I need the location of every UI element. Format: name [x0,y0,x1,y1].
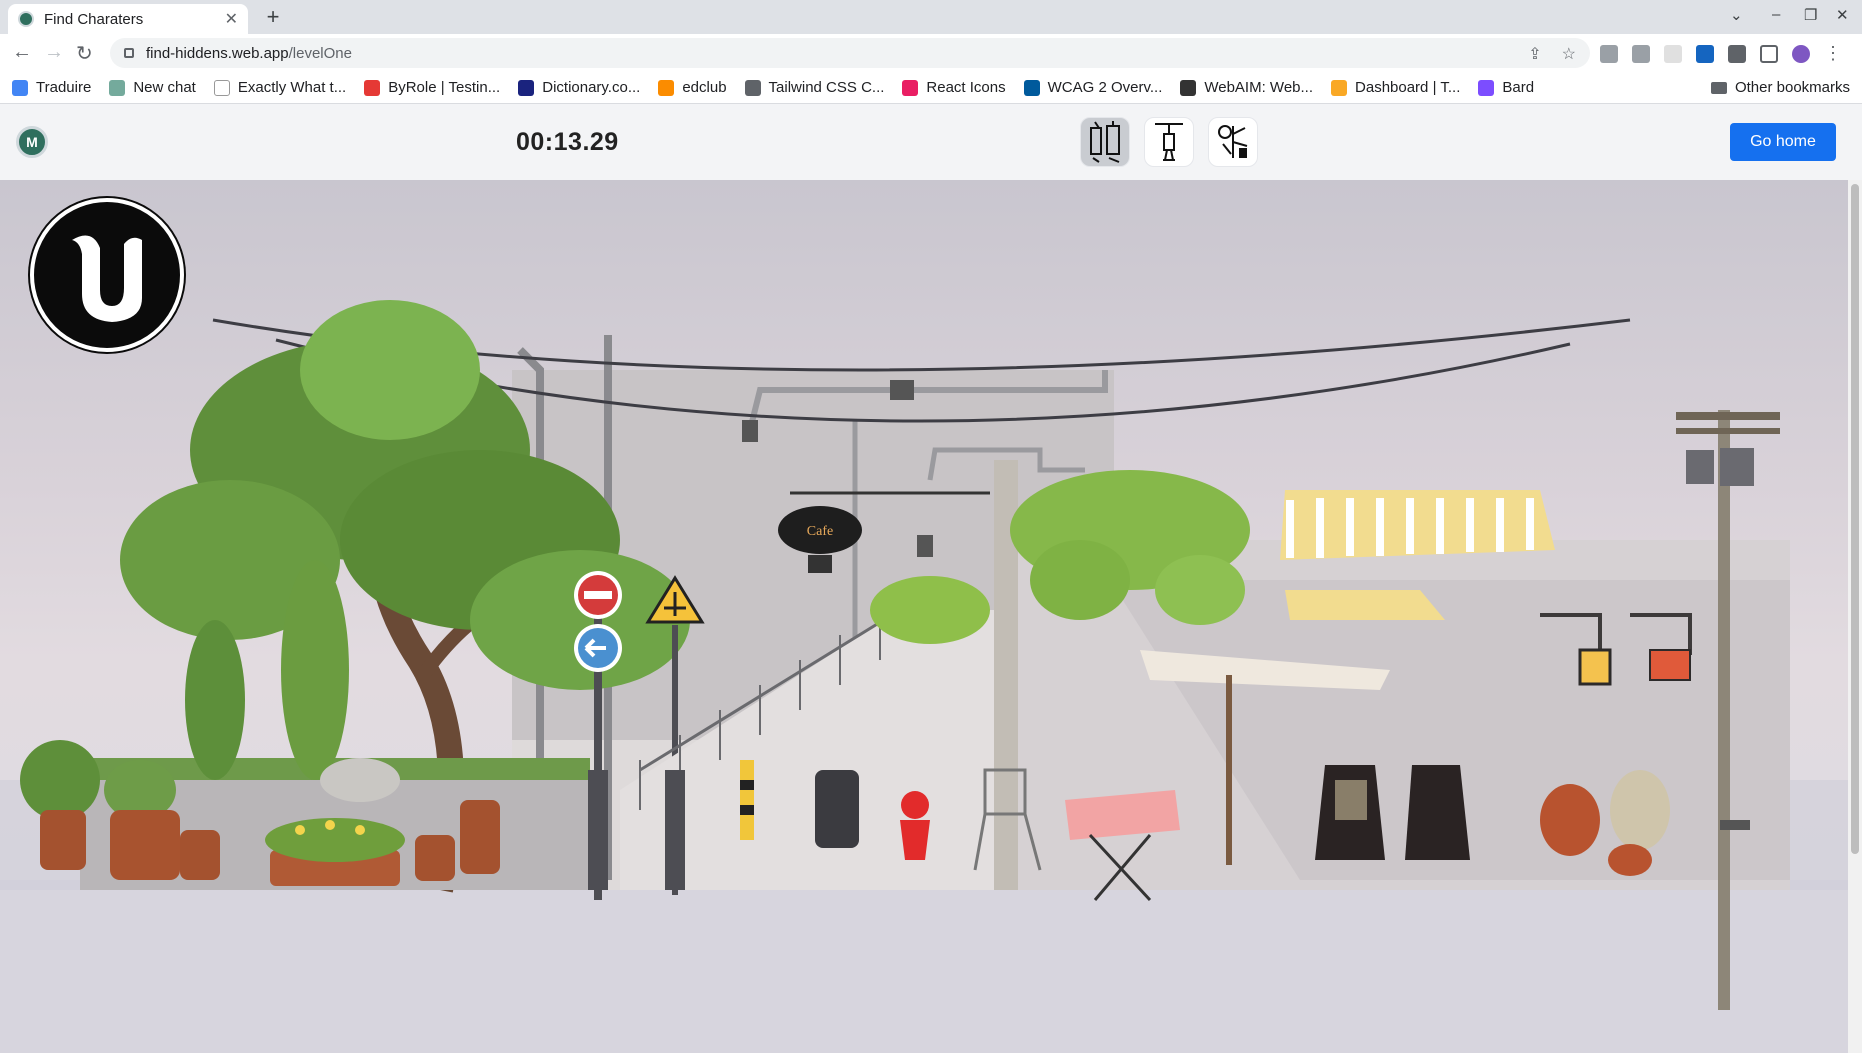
character-2-icon [1155,123,1183,161]
bookmark-favicon-icon [364,79,381,96]
bookmark-favicon-icon [109,79,126,96]
bookmark-item[interactable]: Exactly What t... [213,79,346,96]
bookmarks-bar: Traduire New chat Exactly What t... ByRo… [0,72,1862,104]
profile-avatar[interactable] [1792,44,1810,63]
bookmark-item[interactable]: Tailwind CSS C... [744,79,884,96]
bookmark-item[interactable]: WebAIM: Web... [1180,79,1313,96]
browser-toolbar: ← → ↻ find-hiddens.web.app/levelOne ⇪ ☆ … [0,34,1862,72]
page-scrollbar[interactable] [1848,180,1862,1053]
address-bar[interactable]: find-hiddens.web.app/levelOne ⇪ ☆ [110,38,1590,68]
bookmark-star-icon[interactable]: ☆ [1562,44,1576,64]
app-header: M 00:13.29 Go home [0,104,1862,180]
window-close-icon[interactable]: ✕ [1836,6,1849,24]
minimize-icon[interactable]: – [1772,6,1780,23]
cafe-sign-text: Cafe [807,524,833,539]
new-tab-button[interactable]: + [260,4,286,30]
tab-favicon-icon [18,11,34,27]
url-host: find-hiddens.web.app [146,44,289,62]
bookmark-favicon-icon [744,79,761,96]
bookmark-favicon-icon [1180,79,1197,96]
character-thumbnail-3 [1208,117,1258,167]
extensions-puzzle-icon[interactable] [1728,44,1746,63]
reload-icon[interactable]: ↻ [76,41,93,66]
bookmark-favicon-icon [518,79,535,96]
character-thumbnail-2 [1144,117,1194,167]
bookmark-item[interactable]: Dictionary.co... [518,79,640,96]
bookmark-item[interactable]: React Icons [902,79,1006,96]
bookmark-item[interactable]: Traduire [12,79,91,96]
forward-icon[interactable]: → [44,41,64,64]
extension-icon[interactable] [1632,44,1650,63]
game-scene[interactable]: Cafe [0,180,1848,1053]
bookmark-favicon-icon [12,79,28,96]
side-panel-icon[interactable] [1760,44,1778,63]
tab-title: Find Charaters [44,10,144,28]
tab-close-icon[interactable]: ✕ [225,9,238,29]
bookmark-item[interactable]: ByRole | Testin... [364,79,500,96]
bookmark-favicon-icon [902,79,919,96]
bookmark-item[interactable]: WCAG 2 Overv... [1023,79,1162,96]
unreal-u-icon [72,235,142,322]
bookmark-item[interactable]: edclub [658,79,727,96]
character-3-icon [1218,125,1248,158]
other-bookmarks-folder[interactable]: Other bookmarks [1710,79,1850,96]
bookmark-favicon-icon [1478,79,1495,96]
browser-tab[interactable]: Find Charaters ✕ [8,4,248,34]
bookmark-item[interactable]: New chat [109,79,196,96]
browser-tabstrip: Find Charaters ✕ + ⌄ – ❐ ✕ [0,0,1862,34]
bookmark-favicon-icon [658,79,675,96]
game-timer: 00:13.29 [516,128,619,156]
bookmark-favicon-icon [213,79,230,96]
url-path: /levelOne [288,44,352,62]
scrollbar-thumb[interactable] [1851,184,1859,854]
restore-icon[interactable]: ❐ [1804,6,1817,24]
character-1-icon [1090,121,1120,163]
share-icon[interactable]: ⇪ [1528,44,1541,64]
tab-search-icon[interactable]: ⌄ [1730,6,1743,24]
folder-icon [1710,81,1727,94]
app-logo[interactable]: M [16,126,48,158]
lock-icon [124,48,134,58]
bookmark-favicon-icon [1331,79,1348,96]
bookmark-item[interactable]: Dashboard | T... [1331,79,1460,96]
extension-icon[interactable] [1664,44,1682,63]
character-thumbnail-1 [1080,117,1130,167]
scene-illustration[interactable]: Cafe [0,180,1848,1053]
back-icon[interactable]: ← [12,41,32,64]
bookmark-favicon-icon [1023,79,1040,96]
extension-icon[interactable] [1600,44,1618,63]
unreal-engine-logo [30,198,184,352]
browser-menu-icon[interactable]: ⋮ [1824,43,1842,64]
extension-icon[interactable] [1696,44,1714,63]
characters-to-find [1080,117,1258,167]
go-home-button[interactable]: Go home [1730,123,1836,161]
bookmark-item[interactable]: Bard [1478,79,1534,96]
